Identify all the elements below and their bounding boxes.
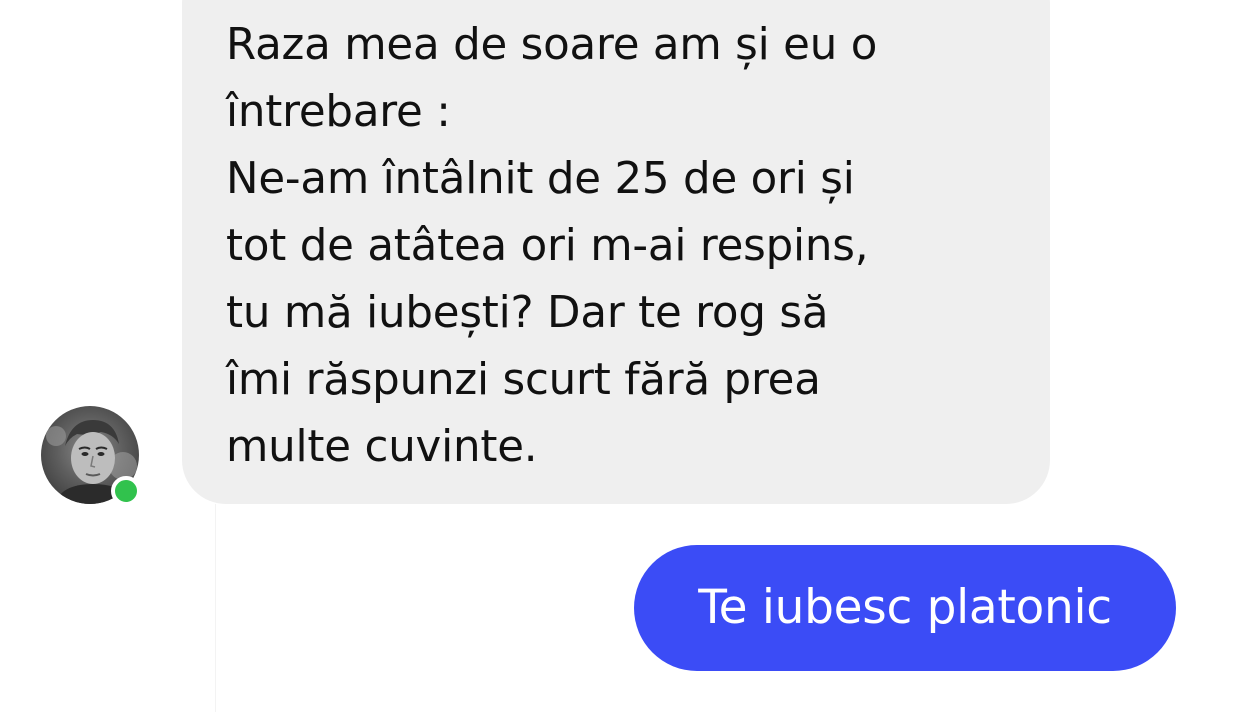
incoming-message-text: Raza mea de soare am și eu o întrebare :… (226, 20, 878, 472)
online-status-dot (111, 476, 141, 506)
chat-thread: Raza mea de soare am și eu o întrebare :… (0, 0, 1260, 712)
divider (215, 504, 216, 712)
outgoing-message-bubble[interactable]: Te iubesc platonic (634, 545, 1176, 671)
outgoing-message-text: Te iubesc platonic (698, 580, 1112, 635)
